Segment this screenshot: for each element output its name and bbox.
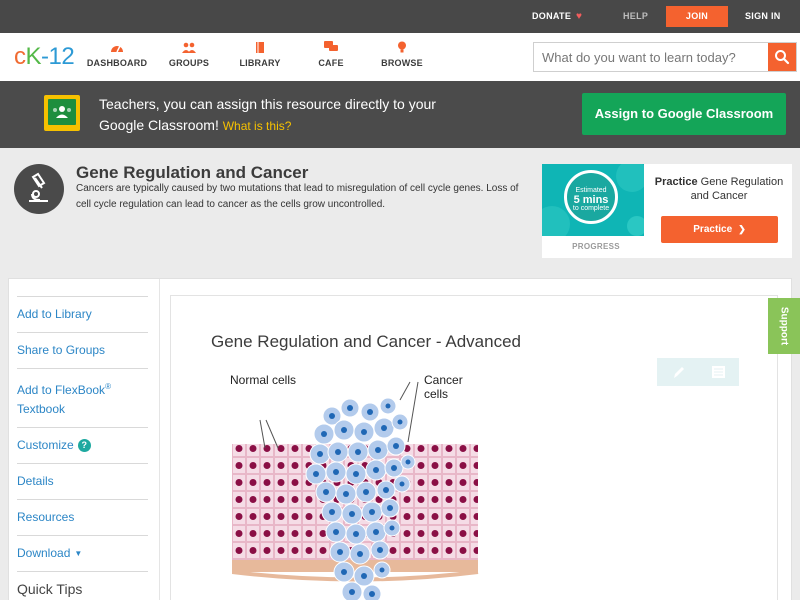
- nav-groups-label: GROUPS: [168, 58, 210, 68]
- cafe-icon: [324, 41, 338, 51]
- ck12-logo[interactable]: cK-12: [14, 43, 75, 71]
- nav-dashboard-label: DASHBOARD: [86, 58, 148, 68]
- join-button[interactable]: JOIN: [666, 6, 728, 27]
- sidebar-item-customize[interactable]: Customize?: [17, 427, 148, 463]
- estimated-time-badge: Estimated 5 mins to complete: [564, 170, 618, 224]
- caret-down-icon: ▼: [74, 549, 83, 558]
- dashboard-icon: [111, 45, 123, 53]
- practice-button[interactable]: Practice ❯: [661, 216, 778, 243]
- nav-groups[interactable]: GROUPS: [154, 41, 224, 68]
- nav-browse-label: BROWSE: [381, 58, 423, 68]
- donate-link[interactable]: DONATE ♥: [532, 0, 582, 33]
- heart-icon: ♥: [575, 11, 583, 22]
- chevron-right-icon: ❯: [738, 224, 746, 234]
- article-title: Gene Regulation and Cancer - Advanced: [211, 332, 521, 351]
- sidebar-item-add-to-library[interactable]: Add to Library: [17, 296, 148, 332]
- nav-library[interactable]: LIBRARY: [225, 41, 295, 68]
- progress-label: PROGRESS: [572, 242, 620, 251]
- concept-title: Gene Regulation and Cancer: [76, 163, 309, 182]
- top-bar: DONATE ♥ HELP JOIN SIGN IN: [0, 0, 800, 33]
- notes-button[interactable]: [698, 358, 739, 386]
- nav-library-label: LIBRARY: [239, 58, 281, 68]
- sidebar-item-download[interactable]: Download ▼: [17, 535, 148, 571]
- assign-google-classroom-button[interactable]: Assign to Google Classroom: [582, 93, 786, 135]
- practice-thumbnail: Estimated 5 mins to complete: [542, 164, 644, 236]
- donate-label: DONATE: [532, 11, 572, 21]
- library-icon: [256, 42, 264, 53]
- sidebar-item-share-to-groups[interactable]: Share to Groups: [17, 332, 148, 368]
- annotate-button[interactable]: [657, 358, 698, 386]
- article-toolbar: [657, 358, 739, 386]
- what-is-this-link[interactable]: What is this?: [223, 119, 292, 133]
- sidebar-item-add-to-flexbook[interactable]: Add to FlexBook® Textbook: [17, 368, 148, 427]
- quick-tips-heading: Quick Tips: [17, 571, 148, 600]
- notes-icon: [712, 366, 725, 378]
- main-header: cK-12 DASHBOARD GROUPS LIBRARY CAFE BROW…: [0, 33, 800, 81]
- concept-description: Cancers are typically caused by two muta…: [76, 183, 519, 210]
- nav-cafe-label: CAFE: [318, 58, 344, 68]
- support-tab[interactable]: Support: [768, 298, 800, 354]
- search-input[interactable]: [534, 43, 769, 71]
- nav-dashboard[interactable]: DASHBOARD: [82, 41, 152, 68]
- help-icon[interactable]: ?: [77, 439, 91, 452]
- sidebar-item-details[interactable]: Details: [17, 463, 148, 499]
- cell-tissue-graphic: [232, 381, 479, 600]
- sidebar-item-resources[interactable]: Resources: [17, 499, 148, 535]
- pencil-icon: [674, 367, 684, 378]
- search-button[interactable]: [768, 43, 796, 71]
- browse-icon: [398, 41, 406, 53]
- practice-title: Practice Gene Regulation and Cancer: [654, 176, 784, 202]
- help-link[interactable]: HELP: [623, 0, 648, 33]
- nav-cafe[interactable]: CAFE: [296, 41, 366, 68]
- sidebar: Add to Library Share to Groups Add to Fl…: [17, 296, 148, 600]
- search-box: [533, 42, 797, 72]
- panel-divider: [159, 279, 160, 600]
- search-icon: [775, 50, 790, 65]
- microscope-icon: [14, 164, 64, 214]
- groups-icon: [182, 42, 196, 53]
- nav-browse[interactable]: BROWSE: [367, 41, 437, 68]
- google-classroom-text: Teachers, you can assign this resource d…: [99, 96, 436, 133]
- sign-in-link[interactable]: SIGN IN: [745, 0, 781, 33]
- practice-card: Estimated 5 mins to complete PROGRESS Pr…: [542, 164, 792, 258]
- cancer-cells-illustration: Normal cells Cancer cells: [230, 372, 482, 600]
- google-classroom-banner: Teachers, you can assign this resource d…: [0, 81, 800, 148]
- google-classroom-icon: [44, 95, 80, 131]
